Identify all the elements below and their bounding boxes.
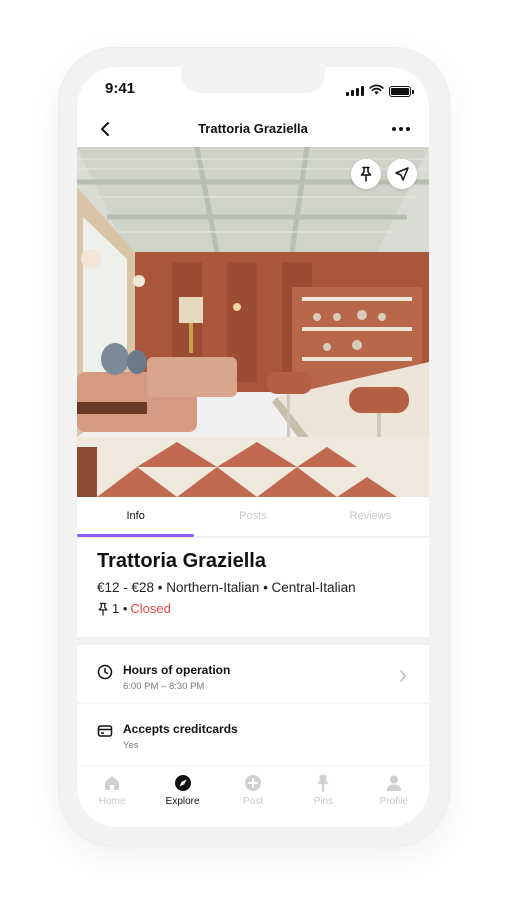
pin-icon — [98, 602, 108, 616]
profile-icon — [386, 775, 401, 791]
nav-post[interactable]: Post — [218, 766, 288, 827]
clock-icon — [97, 664, 113, 680]
venue-tabs: Info Posts Reviews — [77, 497, 429, 537]
creditcard-row[interactable]: Accepts creditcards Yes — [77, 703, 429, 761]
chevron-right-icon — [400, 670, 406, 682]
venue-name: Trattoria Graziella — [97, 550, 266, 572]
status-icons — [346, 82, 414, 100]
nav-home[interactable]: Home — [77, 766, 147, 827]
hours-row[interactable]: Hours of operation 6:00 PM – 8:30 PM — [77, 645, 429, 703]
pin-count: 1 • — [112, 601, 128, 616]
more-dots-icon — [392, 127, 396, 131]
pin-venue-button[interactable] — [351, 159, 381, 189]
phone-screen: 9:41 Trattoria Graziella Info Posts Revi… — [77, 67, 429, 827]
nav-home-label: Home — [98, 796, 126, 807]
nav-explore-label: Explore — [165, 796, 200, 807]
send-icon — [395, 167, 409, 181]
tab-info[interactable]: Info — [77, 497, 195, 537]
pin-icon — [317, 775, 330, 792]
plus-circle-icon — [245, 775, 262, 791]
share-button[interactable] — [387, 159, 417, 189]
hours-title: Hours of operation — [123, 663, 231, 677]
venue-photo — [77, 147, 429, 497]
pin-icon — [360, 166, 372, 182]
compass-icon — [174, 775, 191, 791]
nav-pins[interactable]: Pins — [288, 766, 358, 827]
nav-profile[interactable]: Profile — [359, 766, 429, 827]
tab-reviews[interactable]: Reviews — [312, 497, 429, 536]
signal-icon — [346, 86, 364, 96]
nav-profile-label: Profile — [379, 796, 408, 807]
venue-status: 1 • Closed — [97, 601, 409, 616]
nav-title: Trattoria Graziella — [198, 121, 308, 136]
notch — [181, 67, 325, 93]
bottom-nav: Home Explore Post Pins Profile — [77, 765, 429, 827]
wifi-icon — [369, 82, 384, 100]
more-options-button[interactable] — [387, 117, 415, 141]
nav-bar: Trattoria Graziella — [77, 111, 429, 147]
nav-explore[interactable]: Explore — [147, 766, 217, 827]
venue-meta: €12 - €28 • Northern-Italian • Central-I… — [97, 580, 356, 595]
status-bar: 9:41 — [77, 67, 429, 111]
open-status: Closed — [130, 601, 171, 616]
venue-info-card: Trattoria Graziella €12 - €28 • Northern… — [77, 538, 429, 637]
home-icon — [105, 776, 120, 790]
venue-details-card: Hours of operation 6:00 PM – 8:30 PM Acc… — [77, 645, 429, 765]
hours-value: 6:00 PM – 8:30 PM — [123, 681, 205, 692]
nav-pins-label: Pins — [313, 796, 334, 807]
nav-post-label: Post — [243, 796, 264, 807]
credit-card-icon — [97, 725, 113, 737]
status-time: 9:41 — [105, 80, 136, 97]
battery-icon — [389, 85, 414, 97]
tab-posts[interactable]: Posts — [194, 497, 311, 536]
creditcard-value: Yes — [123, 740, 139, 751]
creditcard-title: Accepts creditcards — [123, 722, 238, 736]
